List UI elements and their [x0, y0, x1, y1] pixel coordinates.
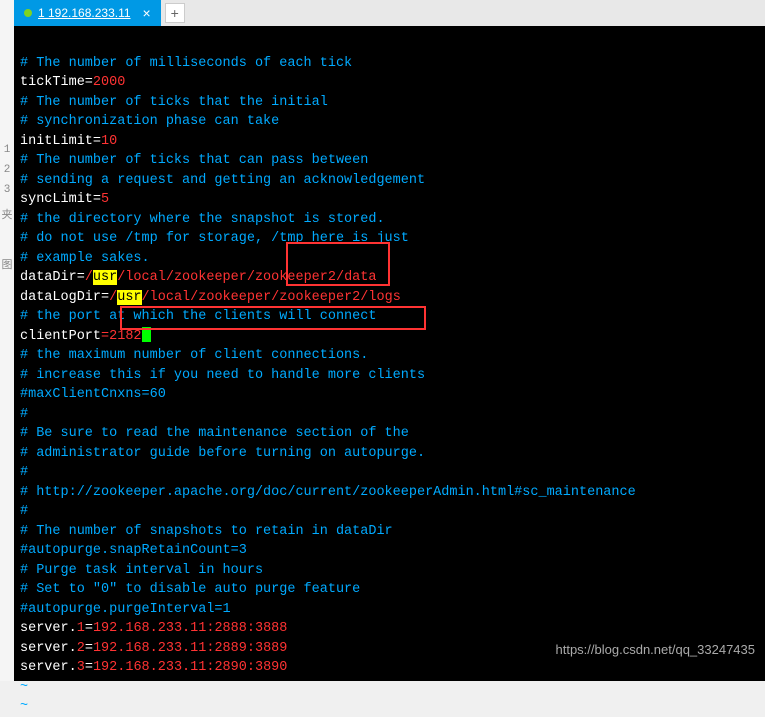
add-tab-button[interactable]: + — [165, 3, 185, 23]
config-key: initLimit= — [20, 134, 101, 149]
comment-line: # Set to "0" to disable auto purge featu… — [20, 582, 360, 597]
comment-line: # The number of ticks that can pass betw… — [20, 153, 368, 168]
gutter-cn: 夹 — [0, 206, 14, 226]
vim-tilde: ~ — [20, 699, 28, 714]
comment-line: # example sakes. — [20, 251, 150, 266]
config-key: tickTime= — [20, 75, 93, 90]
eq: = — [85, 660, 93, 675]
config-key: dataLogDir= — [20, 290, 109, 305]
config-key: syncLimit= — [20, 192, 101, 207]
config-key: clientPort — [20, 329, 101, 344]
comment-line: #autopurge.purgeInterval=1 — [20, 602, 231, 617]
comment-line: # the directory where the snapshot is st… — [20, 212, 385, 227]
comment-line: # Purge task interval in hours — [20, 563, 263, 578]
comment-line: # The number of ticks that the initial — [20, 95, 328, 110]
comment-line: # do not use /tmp for storage, /tmp here… — [20, 231, 409, 246]
left-gutter: 1 2 3 夹 图 — [0, 0, 14, 681]
sv-addr: 192.168.233.11:2888:3888 — [93, 621, 287, 636]
comment-line: # — [20, 504, 28, 519]
gutter-num: 1 — [0, 140, 14, 160]
comment-line: # the port at which the clients will con… — [20, 309, 376, 324]
highlight-usr: usr — [117, 290, 141, 305]
sv-addr: 192.168.233.11:2890:3890 — [93, 660, 287, 675]
comment-line: # http://zookeeper.apache.org/doc/curren… — [20, 485, 636, 500]
sv-addr: 192.168.233.11:2889:3889 — [93, 641, 287, 656]
highlight-usr: usr — [93, 270, 117, 285]
config-key: server. — [20, 660, 77, 675]
comment-line: # sending a request and getting an ackno… — [20, 173, 425, 188]
eq: = — [85, 641, 93, 656]
comment-line: # The number of milliseconds of each tic… — [20, 56, 352, 71]
path-part: /local/zookeeper/zookeeper2/logs — [142, 290, 401, 305]
tab-active[interactable]: 1 192.168.233.11 × — [14, 0, 161, 26]
config-value: 2000 — [93, 75, 125, 90]
comment-line: #maxClientCnxns=60 — [20, 387, 166, 402]
comment-line: # administrator guide before turning on … — [20, 446, 425, 461]
config-value: 10 — [101, 134, 117, 149]
comment-line: # — [20, 465, 28, 480]
config-value: =2182 — [101, 329, 142, 344]
comment-line: # increase this if you need to handle mo… — [20, 368, 425, 383]
status-dot-icon — [24, 9, 32, 17]
sv-num: 2 — [77, 641, 85, 656]
config-value: 5 — [101, 192, 109, 207]
path-part: / — [85, 270, 93, 285]
comment-line: # — [20, 407, 28, 422]
sv-num: 1 — [77, 621, 85, 636]
config-key: server. — [20, 641, 77, 656]
config-key: server. — [20, 621, 77, 636]
gutter-num: 3 — [0, 180, 14, 200]
comment-line: #autopurge.snapRetainCount=3 — [20, 543, 247, 558]
sv-num: 3 — [77, 660, 85, 675]
terminal-content[interactable]: # The number of milliseconds of each tic… — [14, 26, 765, 681]
eq: = — [85, 621, 93, 636]
tab-bar: 1 192.168.233.11 × + — [14, 0, 765, 26]
cursor-icon — [142, 327, 151, 342]
comment-line: # Be sure to read the maintenance sectio… — [20, 426, 409, 441]
comment-line: # The number of snapshots to retain in d… — [20, 524, 393, 539]
gutter-num: 2 — [0, 160, 14, 180]
watermark-text: https://blog.csdn.net/qq_33247435 — [556, 640, 756, 660]
comment-line: # synchronization phase can take — [20, 114, 279, 129]
tab-label: 1 192.168.233.11 — [38, 6, 131, 20]
gutter-cn: 图 — [0, 256, 14, 276]
path-part: /local/zookeeper/zookeeper2/data — [117, 270, 376, 285]
vim-tilde: ~ — [20, 680, 28, 695]
close-icon[interactable]: × — [143, 5, 151, 21]
comment-line: # the maximum number of client connectio… — [20, 348, 368, 363]
config-key: dataDir= — [20, 270, 85, 285]
